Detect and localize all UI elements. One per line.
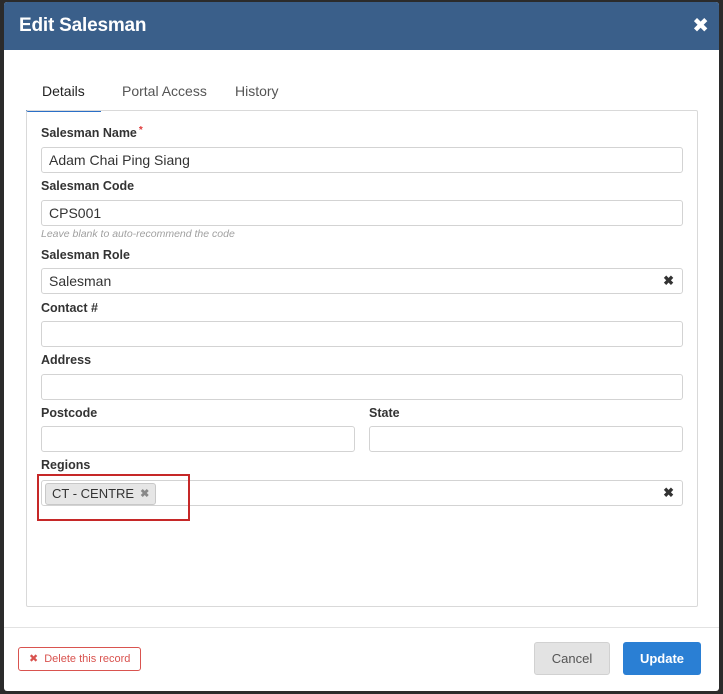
salesman-name-label: Salesman Name * [41, 125, 143, 140]
regions-select[interactable]: CT - CENTRE ✖ ✖ [41, 480, 683, 506]
modal-title: Edit Salesman [19, 15, 147, 36]
address-label: Address [41, 353, 92, 367]
region-tag: CT - CENTRE ✖ [45, 483, 157, 505]
tab-details[interactable]: Details [26, 80, 101, 112]
contact-label: Contact # [41, 301, 98, 315]
close-icon[interactable]: ✖ [692, 16, 709, 36]
state-input[interactable] [369, 426, 683, 452]
salesman-role-value: Salesman [49, 273, 112, 289]
regions-label: Regions [41, 458, 91, 472]
remove-tag-icon[interactable]: ✖ [140, 484, 149, 504]
salesman-code-hint: Leave blank to auto-recommend the code [41, 228, 235, 240]
edit-salesman-modal: Edit Salesman ✖ Details Portal Access Hi… [4, 2, 719, 691]
postcode-label: Postcode [41, 406, 98, 420]
cancel-button[interactable]: Cancel [534, 642, 610, 675]
delete-label: Delete this record [44, 653, 131, 665]
tab-bar: Details Portal Access History [26, 80, 697, 112]
tab-history[interactable]: History [219, 80, 295, 112]
salesman-code-label: Salesman Code [41, 179, 135, 193]
delete-icon: ✖ [29, 653, 39, 665]
salesman-code-input[interactable] [41, 200, 683, 226]
modal-header: Edit Salesman ✖ [4, 2, 719, 50]
modal-footer: ✖ Delete this record Cancel Update [4, 627, 719, 691]
clear-role-icon[interactable]: ✖ [663, 269, 674, 293]
postcode-input[interactable] [41, 426, 355, 452]
required-marker: * [138, 125, 143, 136]
state-label: State [369, 406, 400, 420]
salesman-role-label: Salesman Role [41, 248, 130, 262]
region-tag-label: CT - CENTRE [52, 486, 135, 501]
delete-record-button[interactable]: ✖ Delete this record [18, 647, 142, 671]
contact-input[interactable] [41, 321, 683, 347]
tab-portal-access[interactable]: Portal Access [106, 80, 223, 112]
update-button[interactable]: Update [623, 642, 701, 675]
salesman-name-input[interactable] [41, 147, 683, 173]
clear-regions-icon[interactable]: ✖ [663, 481, 674, 505]
address-input[interactable] [41, 374, 683, 400]
salesman-role-select[interactable]: Salesman ✖ [41, 268, 683, 294]
